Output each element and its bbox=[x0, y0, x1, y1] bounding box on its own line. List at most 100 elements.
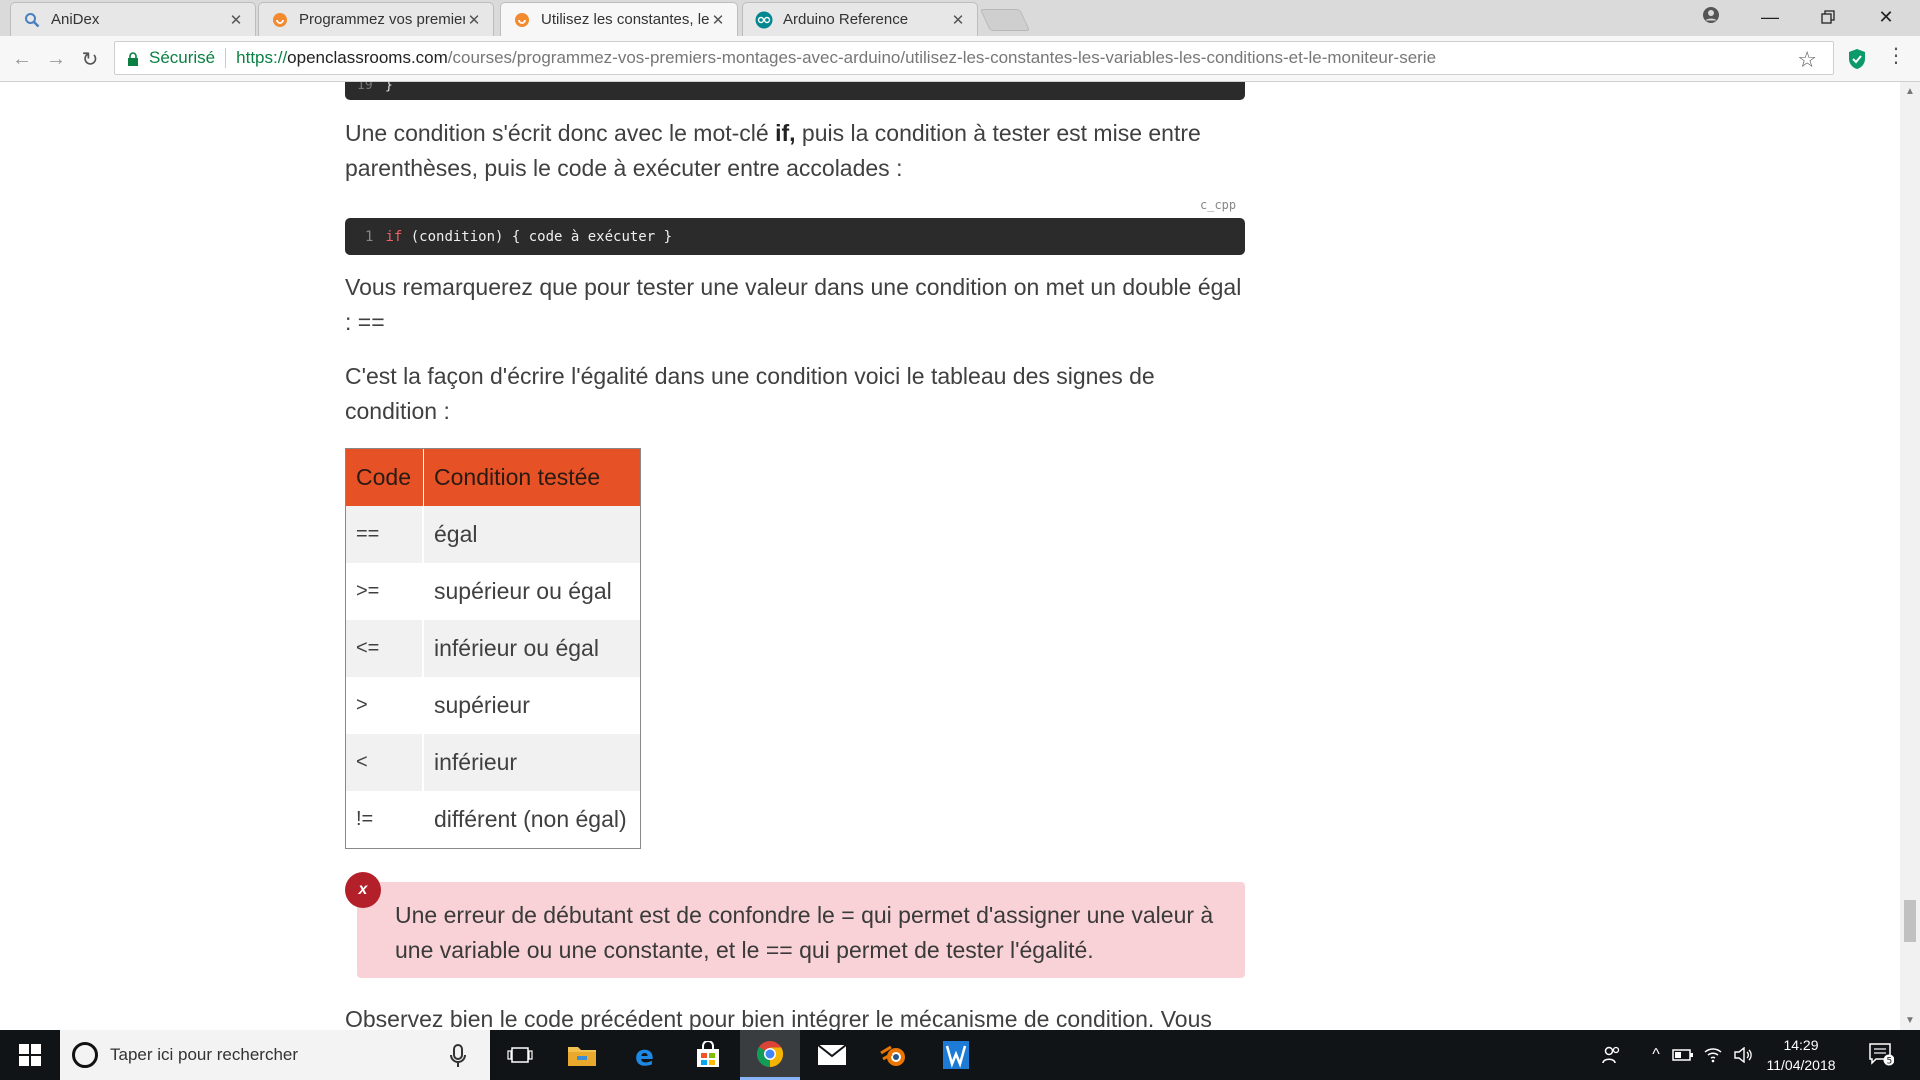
shield-extension-icon[interactable] bbox=[1847, 48, 1867, 70]
microphone-icon[interactable] bbox=[446, 1043, 470, 1069]
taskbar-file-explorer[interactable] bbox=[552, 1030, 612, 1080]
line-number: 19 bbox=[357, 82, 373, 93]
minimize-button[interactable]: — bbox=[1742, 0, 1798, 34]
paragraph-double-equal: Vous remarquerez que pour tester une val… bbox=[345, 274, 1242, 335]
code-block-previous: 19 } bbox=[345, 82, 1245, 100]
scroll-up-arrow-icon[interactable]: ▲ bbox=[1905, 86, 1915, 97]
security-label: Sécurisé bbox=[149, 48, 216, 67]
keyword-if: if, bbox=[775, 120, 796, 146]
store-icon bbox=[697, 1041, 719, 1067]
table-cell-code: >= bbox=[346, 563, 424, 620]
restore-button[interactable] bbox=[1800, 0, 1856, 34]
table-row: >= supérieur ou égal bbox=[346, 563, 640, 620]
table-cell-code: != bbox=[346, 791, 424, 848]
paragraph-condition-syntax: Une condition s'écrit donc avec le mot-c… bbox=[345, 116, 1245, 186]
table-cell-condition: différent (non égal) bbox=[434, 806, 627, 832]
tab-programmez[interactable]: Programmez vos premiers ✕ bbox=[258, 2, 494, 36]
profile-icon[interactable] bbox=[1700, 4, 1722, 26]
tab-title: Programmez vos premiers bbox=[299, 11, 465, 28]
table-cell-code: <= bbox=[346, 620, 424, 677]
magnifier-icon bbox=[23, 11, 41, 29]
forward-button[interactable]: → bbox=[44, 47, 68, 71]
taskbar-store[interactable] bbox=[678, 1030, 738, 1080]
new-tab-button[interactable] bbox=[979, 9, 1031, 31]
close-icon[interactable]: ✕ bbox=[949, 11, 967, 29]
table-cell-condition: supérieur bbox=[434, 692, 530, 718]
openclassrooms-icon bbox=[513, 11, 531, 29]
close-window-button[interactable]: ✕ bbox=[1858, 0, 1914, 34]
folder-icon bbox=[568, 1047, 596, 1066]
cortana-icon[interactable] bbox=[72, 1042, 98, 1068]
table-cell-code: > bbox=[346, 677, 424, 734]
search-placeholder: Taper ici pour rechercher bbox=[110, 1045, 299, 1064]
taskbar-app-blue[interactable] bbox=[926, 1030, 986, 1080]
tab-title: AniDex bbox=[51, 11, 100, 28]
tab-title: Arduino Reference bbox=[783, 11, 909, 28]
browser-toolbar: ← → ↻ Sécurisé https://openclassrooms.co… bbox=[0, 36, 1920, 82]
system-clock[interactable]: 14:29 11/04/2018 bbox=[1760, 1035, 1842, 1075]
task-view-button[interactable] bbox=[490, 1030, 550, 1080]
code-text: } bbox=[385, 82, 393, 93]
close-icon[interactable]: ✕ bbox=[227, 11, 245, 29]
table-row: < inférieur bbox=[346, 734, 640, 791]
line-number: 1 bbox=[365, 228, 374, 245]
table-row: <= inférieur ou égal bbox=[346, 620, 640, 677]
tab-arduino-reference[interactable]: Arduino Reference ✕ bbox=[742, 2, 978, 36]
start-button[interactable] bbox=[0, 1030, 60, 1080]
taskbar-search-box[interactable]: Taper ici pour rechercher bbox=[60, 1030, 490, 1080]
mail-icon bbox=[817, 1044, 847, 1065]
browser-tabstrip: AniDex ✕ Programmez vos premiers ✕ Utili… bbox=[0, 0, 1920, 36]
table-cell-condition: inférieur ou égal bbox=[424, 620, 640, 677]
error-callout: x Une erreur de débutant est de confondr… bbox=[345, 872, 1245, 978]
table-cell-code: == bbox=[346, 506, 424, 563]
windows-taskbar: Taper ici pour rechercher e ^ 14:29 11/0… bbox=[0, 1030, 1920, 1080]
column-header-code: Code bbox=[346, 449, 424, 506]
error-icon: x bbox=[345, 872, 381, 908]
url-host: openclassrooms.com bbox=[287, 48, 448, 67]
error-callout-text: Une erreur de débutant est de confondre … bbox=[395, 902, 1214, 963]
condition-signs-table: Code Condition testée == égal >= supérie… bbox=[345, 448, 641, 849]
scroll-down-arrow-icon[interactable]: ▼ bbox=[1905, 1015, 1915, 1026]
page-scrollbar[interactable]: ▲ ▼ bbox=[1900, 82, 1920, 1030]
volume-icon[interactable] bbox=[1730, 1030, 1756, 1080]
code-keyword: if bbox=[385, 228, 403, 245]
taskbar-blender[interactable] bbox=[864, 1030, 924, 1080]
svg-text:e: e bbox=[635, 1041, 654, 1069]
url-scheme: https:// bbox=[236, 48, 288, 67]
close-icon[interactable]: ✕ bbox=[709, 11, 727, 29]
table-cell-code: < bbox=[346, 734, 424, 791]
back-button[interactable]: ← bbox=[10, 47, 34, 71]
clock-date: 11/04/2018 bbox=[1766, 1057, 1836, 1073]
chrome-icon bbox=[756, 1040, 784, 1067]
taskbar-edge[interactable]: e bbox=[616, 1030, 676, 1080]
tab-anidex[interactable]: AniDex ✕ bbox=[10, 2, 256, 36]
address-bar[interactable]: Sécurisé https://openclassrooms.com/cour… bbox=[114, 41, 1834, 75]
bookmark-star-icon[interactable]: ☆ bbox=[1797, 47, 1817, 73]
close-icon[interactable]: ✕ bbox=[465, 11, 483, 29]
browser-menu-icon[interactable]: ⋮ bbox=[1886, 46, 1906, 66]
table-cell-condition: supérieur ou égal bbox=[434, 578, 612, 604]
paragraph-observe-code: Observez bien le code précédent pour bie… bbox=[345, 1006, 1212, 1030]
web-page: 19 } Une condition s'écrit donc avec le … bbox=[0, 82, 1900, 1030]
arduino-icon bbox=[755, 11, 773, 29]
tab-utilisez-constantes[interactable]: Utilisez les constantes, le ✕ bbox=[500, 2, 738, 36]
table-cell-condition: égal bbox=[424, 506, 640, 563]
people-icon[interactable] bbox=[1596, 1030, 1626, 1080]
column-header-condition: Condition testée bbox=[424, 449, 640, 506]
code-block-if: 1 if (condition) { code à exécuter } bbox=[345, 218, 1245, 255]
action-center-icon[interactable]: 5 bbox=[1868, 1042, 1895, 1067]
wifi-icon[interactable] bbox=[1700, 1030, 1726, 1080]
task-view-icon bbox=[507, 1047, 533, 1063]
taskbar-chrome[interactable] bbox=[740, 1030, 800, 1080]
lock-icon bbox=[127, 51, 139, 66]
security-indicator[interactable]: Sécurisé bbox=[115, 48, 215, 68]
scrollbar-thumb[interactable] bbox=[1904, 900, 1916, 942]
clock-time: 14:29 bbox=[1783, 1037, 1819, 1053]
taskbar-mail[interactable] bbox=[802, 1030, 862, 1080]
reload-button[interactable]: ↻ bbox=[78, 47, 102, 71]
show-hidden-icons-icon[interactable]: ^ bbox=[1644, 1030, 1668, 1080]
table-row: > supérieur bbox=[346, 677, 640, 734]
notification-count: 5 bbox=[1887, 1057, 1893, 1067]
omnibox-divider bbox=[225, 48, 227, 68]
battery-icon[interactable] bbox=[1670, 1030, 1696, 1080]
